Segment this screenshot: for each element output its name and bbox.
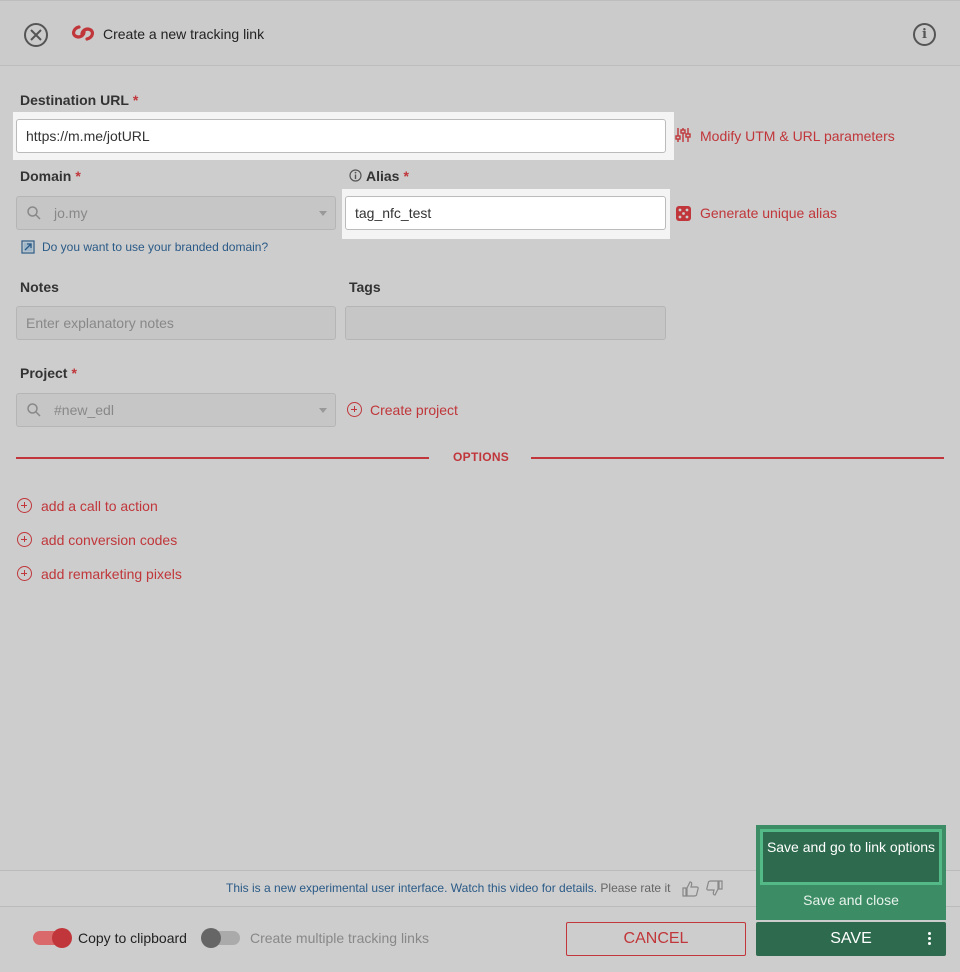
plus-circle-icon[interactable]	[17, 566, 32, 581]
page-title: Create a new tracking link	[103, 26, 265, 42]
notes-input[interactable]: Enter explanatory notes	[16, 306, 336, 340]
project-value: #new_edl	[54, 402, 114, 418]
save-button[interactable]: SAVE	[756, 922, 946, 956]
search-icon	[27, 403, 41, 417]
search-icon	[27, 206, 41, 220]
generate-alias-link[interactable]: Generate unique alias	[700, 205, 837, 221]
multiple-links-toggle[interactable]	[201, 928, 240, 948]
save-go-options-item[interactable]: Save and go to link options	[760, 829, 942, 885]
save-and-close-item[interactable]: Save and close	[756, 889, 946, 911]
add-remarketing-pixels-link[interactable]: add remarketing pixels	[41, 566, 182, 582]
project-label: Project *	[20, 365, 77, 381]
destination-url-input[interactable]: https://m.me/jotURL	[16, 119, 666, 153]
tags-label: Tags	[349, 279, 381, 295]
modify-utm-link[interactable]: Modify UTM & URL parameters	[700, 128, 895, 144]
notice-rate-text: Please rate it	[600, 881, 671, 895]
notes-label: Notes	[20, 279, 59, 295]
plus-circle-icon[interactable]	[347, 402, 362, 417]
alias-label: Alias *	[366, 168, 409, 184]
domain-select[interactable]: jo.my	[16, 196, 336, 230]
plus-circle-icon[interactable]	[17, 498, 32, 513]
tags-input[interactable]	[345, 306, 666, 340]
options-divider-right	[531, 457, 944, 459]
options-title: OPTIONS	[453, 450, 510, 464]
save-button-label: SAVE	[830, 930, 872, 947]
project-select[interactable]: #new_edl	[16, 393, 336, 427]
chevron-down-icon	[319, 408, 327, 413]
thumbs-down-icon[interactable]	[706, 880, 723, 897]
toggle-knob	[52, 928, 72, 948]
dice-icon[interactable]	[675, 205, 692, 222]
toggle-knob	[201, 928, 221, 948]
domain-value: jo.my	[54, 205, 88, 221]
header-bar: Create a new tracking link i	[0, 0, 960, 66]
add-conversion-codes-link[interactable]: add conversion codes	[41, 532, 177, 548]
thumbs-up-icon[interactable]	[682, 880, 699, 897]
create-project-link[interactable]: Create project	[370, 402, 458, 418]
branded-domain-link[interactable]: Do you want to use your branded domain?	[42, 240, 268, 254]
info-icon[interactable]: i	[913, 23, 936, 46]
alias-info-icon[interactable]	[349, 169, 362, 182]
domain-label: Domain *	[20, 168, 81, 184]
multiple-links-label: Create multiple tracking links	[250, 930, 429, 946]
add-call-to-action-link[interactable]: add a call to action	[41, 498, 158, 514]
close-icon[interactable]	[24, 23, 48, 47]
copy-clipboard-label: Copy to clipboard	[78, 930, 187, 946]
chevron-down-icon	[319, 211, 327, 216]
cancel-button[interactable]: CANCEL	[566, 922, 746, 956]
destination-url-label: Destination URL *	[20, 92, 139, 108]
experimental-notice: This is a new experimental user interfac…	[226, 881, 670, 895]
notice-video-link[interactable]: This is a new experimental user interfac…	[226, 881, 597, 895]
plus-circle-icon[interactable]	[17, 532, 32, 547]
sliders-icon[interactable]	[675, 127, 691, 143]
options-divider-left	[16, 457, 429, 459]
alias-input[interactable]: tag_nfc_test	[345, 196, 666, 230]
external-link-icon	[21, 240, 35, 254]
more-options-icon[interactable]	[928, 932, 932, 947]
jotURL-logo-icon	[72, 25, 94, 41]
copy-clipboard-toggle[interactable]	[33, 928, 72, 948]
